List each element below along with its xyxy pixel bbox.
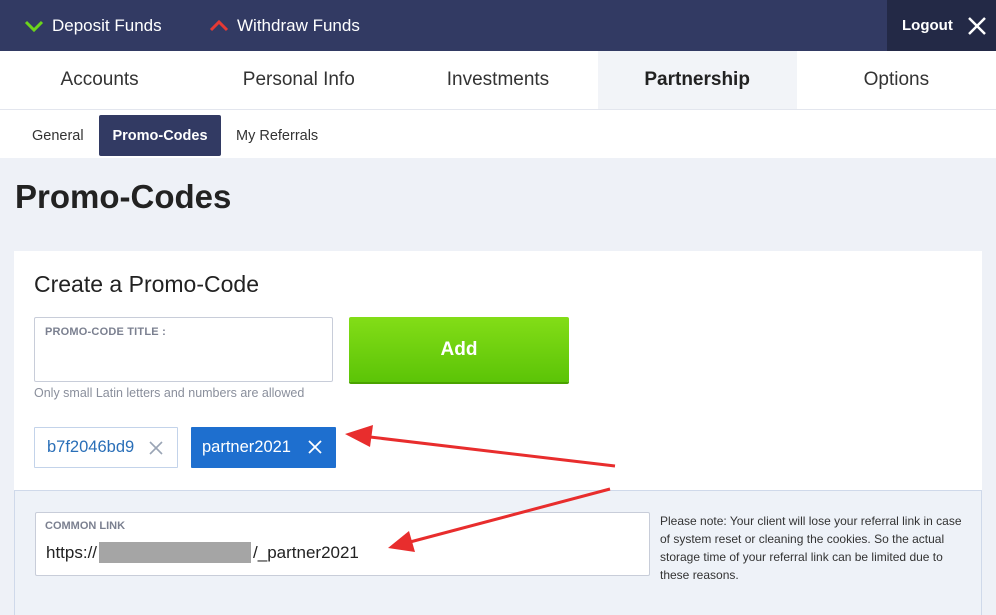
tab-personal-info[interactable]: Personal Info [199,51,398,109]
common-link-panel: COMMON LINK https:// /_partner2021 Pleas… [14,490,982,615]
main-tabs: Accounts Personal Info Investments Partn… [0,51,996,110]
add-button[interactable]: Add [349,317,569,382]
promo-code-chip[interactable]: b7f2046bd9 [34,427,178,468]
card-title: Create a Promo-Code [34,271,259,297]
promo-code-text: partner2021 [202,438,291,456]
link-prefix: https:// [46,542,98,562]
link-suffix: /_partner2021 [253,542,359,562]
field-hint: Only small Latin letters and numbers are… [34,386,305,400]
withdraw-funds-button[interactable]: Withdraw Funds [209,0,360,51]
common-link-label: COMMON LINK [45,520,126,532]
create-promo-card: Create a Promo-Code PROMO-CODE TITLE : O… [14,251,982,615]
withdraw-funds-label: Withdraw Funds [237,15,360,35]
promo-code-title-field[interactable]: PROMO-CODE TITLE : [34,317,333,382]
tab-partnership[interactable]: Partnership [597,51,797,109]
promo-code-text: b7f2046bd9 [47,438,135,456]
promo-code-chip-selected[interactable]: partner2021 [191,427,336,468]
subtab-promo-codes[interactable]: Promo-Codes [99,115,221,156]
page-title: Promo-Codes [15,178,232,215]
close-icon[interactable] [306,438,324,456]
subtab-general[interactable]: General [18,115,98,156]
close-icon[interactable] [147,439,165,457]
logout-button[interactable]: Logout [887,0,996,51]
close-icon [967,16,986,35]
sub-tabs: General Promo-Codes My Referrals [0,110,996,158]
common-link-field[interactable]: COMMON LINK https:// /_partner2021 [35,512,650,576]
tab-accounts[interactable]: Accounts [0,51,199,109]
deposit-funds-button[interactable]: Deposit Funds [24,0,162,51]
tab-investments[interactable]: Investments [398,51,597,109]
subtab-my-referrals[interactable]: My Referrals [222,115,332,156]
logout-label: Logout [902,17,953,34]
promo-code-title-label: PROMO-CODE TITLE : [45,326,166,338]
common-link-value: https:// /_partner2021 [46,542,359,563]
top-bar: Deposit Funds Withdraw Funds Logout [0,0,996,51]
tab-options[interactable]: Options [797,51,996,109]
chevron-up-icon [209,19,229,31]
referral-note: Please note: Your client will lose your … [660,514,962,582]
chevron-down-icon [24,20,44,32]
deposit-funds-label: Deposit Funds [52,15,162,35]
redacted-domain [99,542,252,563]
